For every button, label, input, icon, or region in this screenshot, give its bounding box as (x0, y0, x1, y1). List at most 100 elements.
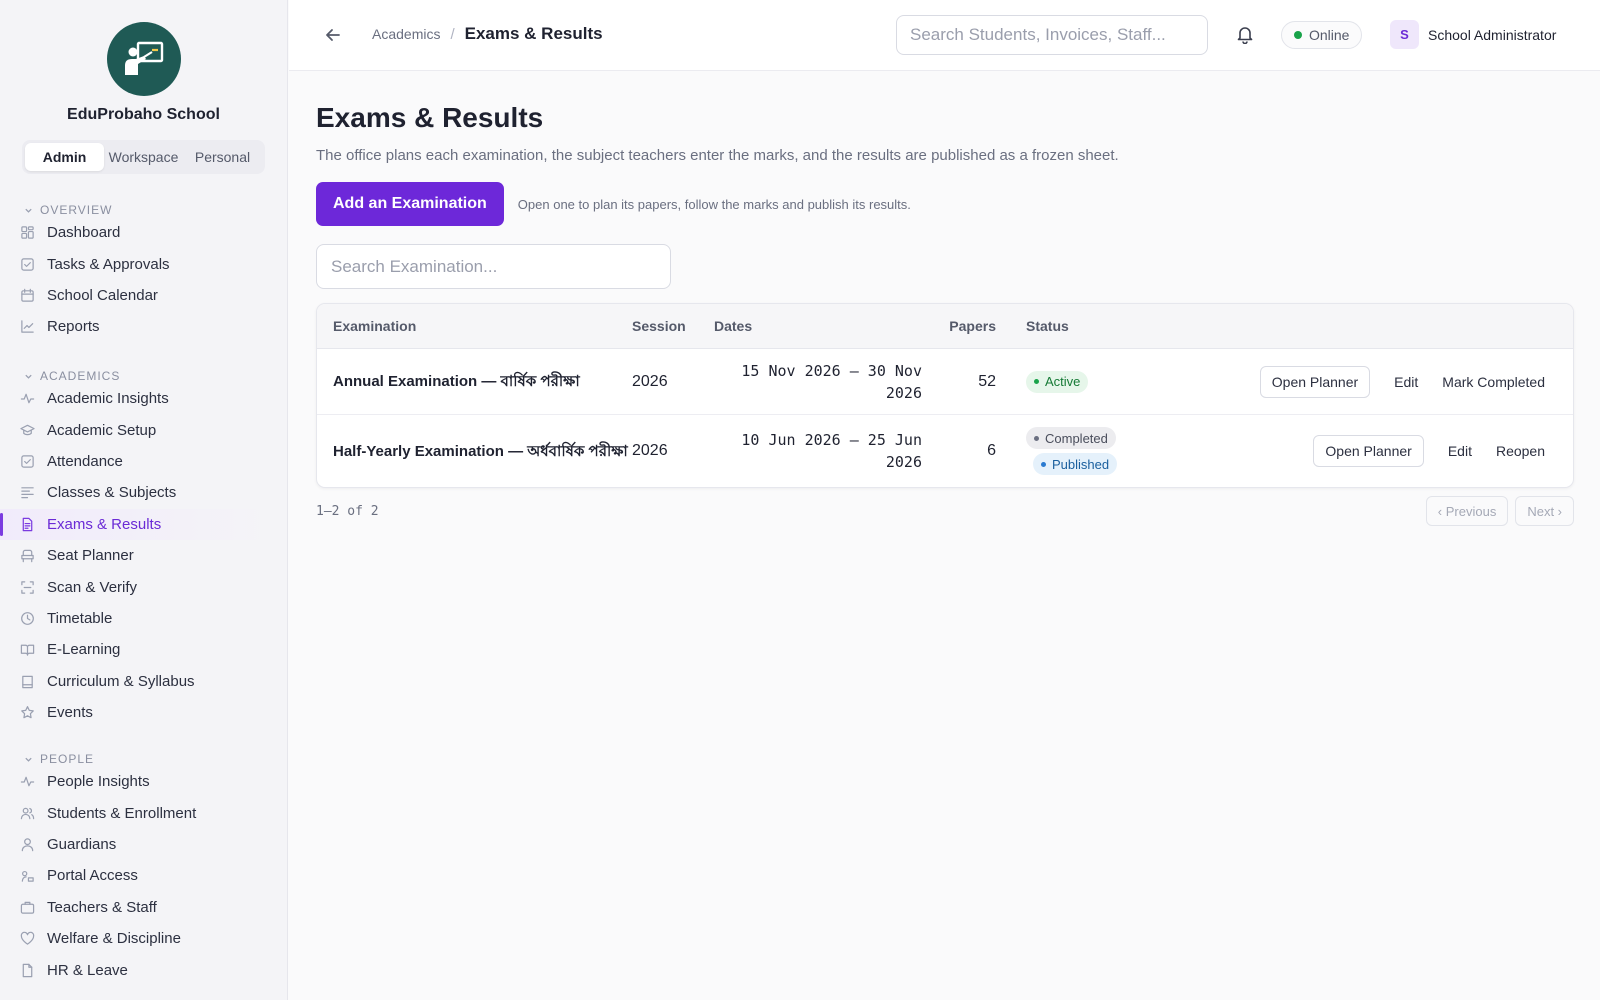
checkbox-icon (20, 257, 35, 272)
sidebar-item-label: Curriculum & Syllabus (47, 672, 195, 690)
user-icon (20, 837, 35, 852)
book-icon (20, 674, 35, 689)
sidebar-item-label: E-Learning (47, 641, 121, 659)
sidebar-item-dashboard[interactable]: Dashboard (0, 217, 287, 248)
table-row: Annual Examination — বার্ষিক পরীক্ষা 202… (317, 349, 1573, 415)
exam-name[interactable]: Half-Yearly Examination — অর্ধবার্ষিক পর… (317, 441, 632, 462)
mode-personal[interactable]: Personal (183, 143, 262, 171)
sidebar-item-reports[interactable]: Reports (0, 311, 287, 342)
sidebar-item-label: Academic Setup (47, 421, 157, 439)
sidebar-item-timetable[interactable]: Timetable (0, 603, 287, 634)
sidebar-item-tasks-approvals[interactable]: Tasks & Approvals (0, 248, 287, 279)
sidebar-item-curriculum-syllabus[interactable]: Curriculum & Syllabus (0, 666, 287, 697)
section-label-text: OVERVIEW (40, 203, 113, 217)
sidebar-item-students-enrollment[interactable]: Students & Enrollment (0, 797, 287, 828)
mode-admin[interactable]: Admin (25, 143, 104, 171)
avatar: S (1390, 20, 1419, 49)
status-text: Published (1052, 456, 1110, 472)
open-planner-button[interactable]: Open Planner (1313, 435, 1424, 467)
sidebar-item-hr-leave[interactable]: HR & Leave (0, 954, 287, 985)
sidebar-item-e-learning[interactable]: E-Learning (0, 634, 287, 665)
mark-completed-button[interactable]: Mark Completed (1442, 374, 1545, 390)
star-icon (20, 705, 35, 720)
reopen-button[interactable]: Reopen (1496, 443, 1545, 459)
online-status-badge: Online (1281, 21, 1363, 49)
sidebar-item-school-calendar[interactable]: School Calendar (0, 280, 287, 311)
status-text: Active (1045, 374, 1081, 389)
sidebar-item-label: Timetable (47, 609, 113, 627)
sidebar-item-attendance[interactable]: Attendance (0, 446, 287, 477)
examinations-table: Examination Session Dates Papers Status … (316, 303, 1574, 488)
global-search-input[interactable] (896, 15, 1208, 55)
sidebar-item-academic-insights[interactable]: Academic Insights (0, 383, 287, 414)
file-icon (20, 963, 35, 978)
chevron-down-icon (25, 208, 32, 213)
open-planner-button[interactable]: Open Planner (1259, 365, 1371, 398)
row-actions: Open Planner Edit Mark Completed (1154, 365, 1573, 398)
column-status: Status (1026, 318, 1069, 334)
graduation-cap-icon (20, 423, 35, 438)
status-badge-published: Published (1033, 453, 1118, 475)
clock-icon (20, 611, 35, 626)
user-name: School Administrator (1428, 26, 1557, 43)
school-name: EduProbaho School (67, 106, 220, 123)
calendar-icon (20, 288, 35, 303)
sidebar-item-label: Events (47, 704, 93, 722)
sidebar-item-label: Exams & Results (47, 515, 162, 533)
add-examination-button[interactable]: Add an Examination (316, 182, 504, 226)
sidebar-item-label: People Insights (47, 773, 150, 791)
back-arrow-icon[interactable] (323, 25, 343, 45)
user-menu[interactable]: S School Administrator (1390, 20, 1556, 49)
add-hint: Open one to plan its papers, follow the … (517, 196, 911, 212)
sidebar-item-guardians[interactable]: Guardians (0, 829, 287, 860)
breadcrumb-parent[interactable]: Academics (372, 26, 440, 42)
sidebar-item-people-insights[interactable]: People Insights (0, 766, 287, 797)
seat-icon (20, 548, 35, 563)
examination-search-input[interactable] (316, 244, 671, 289)
sidebar-item-exams-results[interactable]: Exams & Results (0, 508, 275, 540)
sidebar-item-teachers-staff[interactable]: Teachers & Staff (0, 892, 287, 923)
sidebar-item-portal-access[interactable]: Portal Access (0, 860, 287, 891)
breadcrumb-current: Exams & Results (464, 24, 603, 43)
next-page-button[interactable]: Next › (1515, 496, 1574, 526)
sidebar-item-label: Academic Insights (47, 390, 169, 408)
main-content: Exams & Results The office plans each ex… (316, 71, 1574, 526)
bell-icon[interactable] (1235, 24, 1255, 45)
pagination: 1–2 of 2 ‹ Previous Next › (316, 496, 1574, 526)
sidebar-item-scan-verify[interactable]: Scan & Verify (0, 571, 287, 602)
exam-status: Completed Published (1014, 427, 1154, 475)
top-header: Academics / Exams & Results Online S Sch… (289, 0, 1600, 71)
dashboard-icon (20, 225, 35, 240)
sidebar-item-events[interactable]: Events (0, 697, 287, 728)
chevron-down-icon (25, 757, 32, 762)
exam-session: 2026 (632, 372, 668, 390)
sidebar-item-label: Seat Planner (47, 547, 134, 565)
sidebar-item-label: Scan & Verify (47, 578, 138, 596)
section-label-text: PEOPLE (40, 752, 95, 766)
edit-button[interactable]: Edit (1394, 374, 1418, 390)
sidebar-item-label: Guardians (47, 835, 117, 853)
status-badge-completed: Completed (1026, 427, 1116, 449)
sidebar-item-label: Portal Access (47, 867, 138, 885)
activity-icon (20, 774, 35, 789)
row-actions: Open Planner Edit Reopen (1154, 435, 1573, 467)
sidebar-item-label: School Calendar (47, 286, 158, 304)
edit-button[interactable]: Edit (1448, 443, 1472, 459)
previous-page-button[interactable]: ‹ Previous (1425, 496, 1509, 526)
status-dot (1294, 31, 1302, 39)
status-badge-active: Active (1026, 370, 1089, 393)
sidebar-item-welfare-discipline[interactable]: Welfare & Discipline (0, 923, 287, 954)
mode-workspace[interactable]: Workspace (104, 143, 183, 171)
users-icon (20, 806, 35, 821)
exam-papers: 52 (978, 372, 996, 390)
sidebar-item-seat-planner[interactable]: Seat Planner (0, 540, 287, 571)
action-row: Add an Examination Open one to plan its … (316, 182, 1574, 226)
teacher-board-icon (124, 41, 163, 75)
sidebar-item-label: HR & Leave (47, 961, 128, 979)
column-dates: Dates (714, 318, 753, 334)
sidebar-item-academic-setup[interactable]: Academic Setup (0, 414, 287, 445)
sidebar-item-classes-subjects[interactable]: Classes & Subjects (0, 477, 287, 508)
chevron-down-icon (25, 374, 32, 379)
exam-name[interactable]: Annual Examination — বার্ষিক পরীক্ষা (317, 371, 632, 392)
scan-icon (20, 580, 35, 595)
